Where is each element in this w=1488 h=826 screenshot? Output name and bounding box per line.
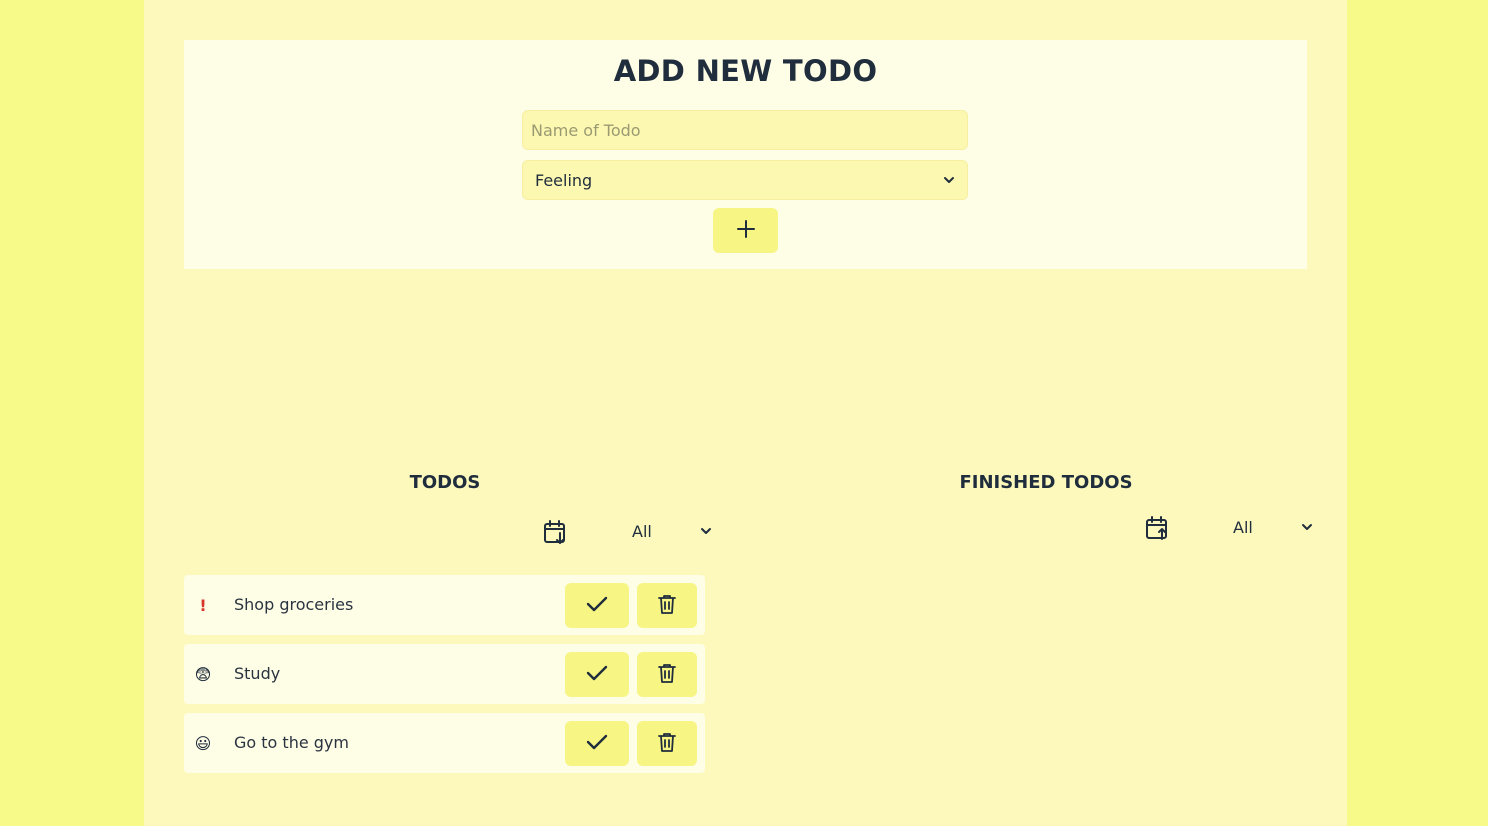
complete-todo-button[interactable] (565, 652, 629, 697)
grinning-face-icon: 😃 (194, 733, 212, 753)
delete-todo-button[interactable] (637, 721, 697, 766)
todo-item: 😃 Go to the gym (184, 713, 705, 773)
complete-todo-button[interactable] (565, 721, 629, 766)
check-icon (586, 595, 608, 617)
todos-title: TODOS (409, 472, 481, 493)
add-todo-title: ADD NEW TODO (613, 54, 878, 88)
todos-filter-select[interactable]: All (632, 522, 712, 541)
exclamation-icon: ! (199, 595, 207, 615)
chevron-down-icon (1301, 518, 1313, 537)
calendar-sort-up-icon[interactable] (1145, 515, 1171, 541)
todo-item-text: Go to the gym (234, 733, 349, 752)
calendar-sort-down-icon[interactable] (543, 519, 569, 545)
chevron-down-icon (700, 522, 712, 541)
finished-todos-title: FINISHED TODOS (959, 472, 1133, 493)
trash-icon (658, 594, 676, 618)
todo-name-input[interactable] (522, 110, 968, 150)
anxious-face-icon: 😨 (194, 664, 212, 684)
todo-item: 😨 Study (184, 644, 705, 704)
page-container: ADD NEW TODO Feeling TODOS All ! S (144, 0, 1347, 826)
add-todo-button[interactable] (713, 208, 778, 253)
check-icon (586, 733, 608, 755)
check-icon (586, 664, 608, 686)
delete-todo-button[interactable] (637, 583, 697, 628)
feeling-select-value: Feeling (535, 170, 593, 190)
feeling-select[interactable]: Feeling (522, 160, 968, 200)
add-todo-card: ADD NEW TODO Feeling (184, 40, 1307, 269)
plus-icon (736, 219, 755, 242)
chevron-down-icon (943, 171, 955, 190)
todo-item-text: Study (234, 664, 281, 683)
trash-icon (658, 663, 676, 687)
todo-item-text: Shop groceries (234, 595, 354, 614)
finished-filter-select[interactable]: All (1233, 518, 1313, 537)
todo-item: ! Shop groceries (184, 575, 705, 635)
complete-todo-button[interactable] (565, 583, 629, 628)
finished-filter-value: All (1233, 518, 1253, 537)
delete-todo-button[interactable] (637, 652, 697, 697)
todos-filter-value: All (632, 522, 652, 541)
trash-icon (658, 732, 676, 756)
